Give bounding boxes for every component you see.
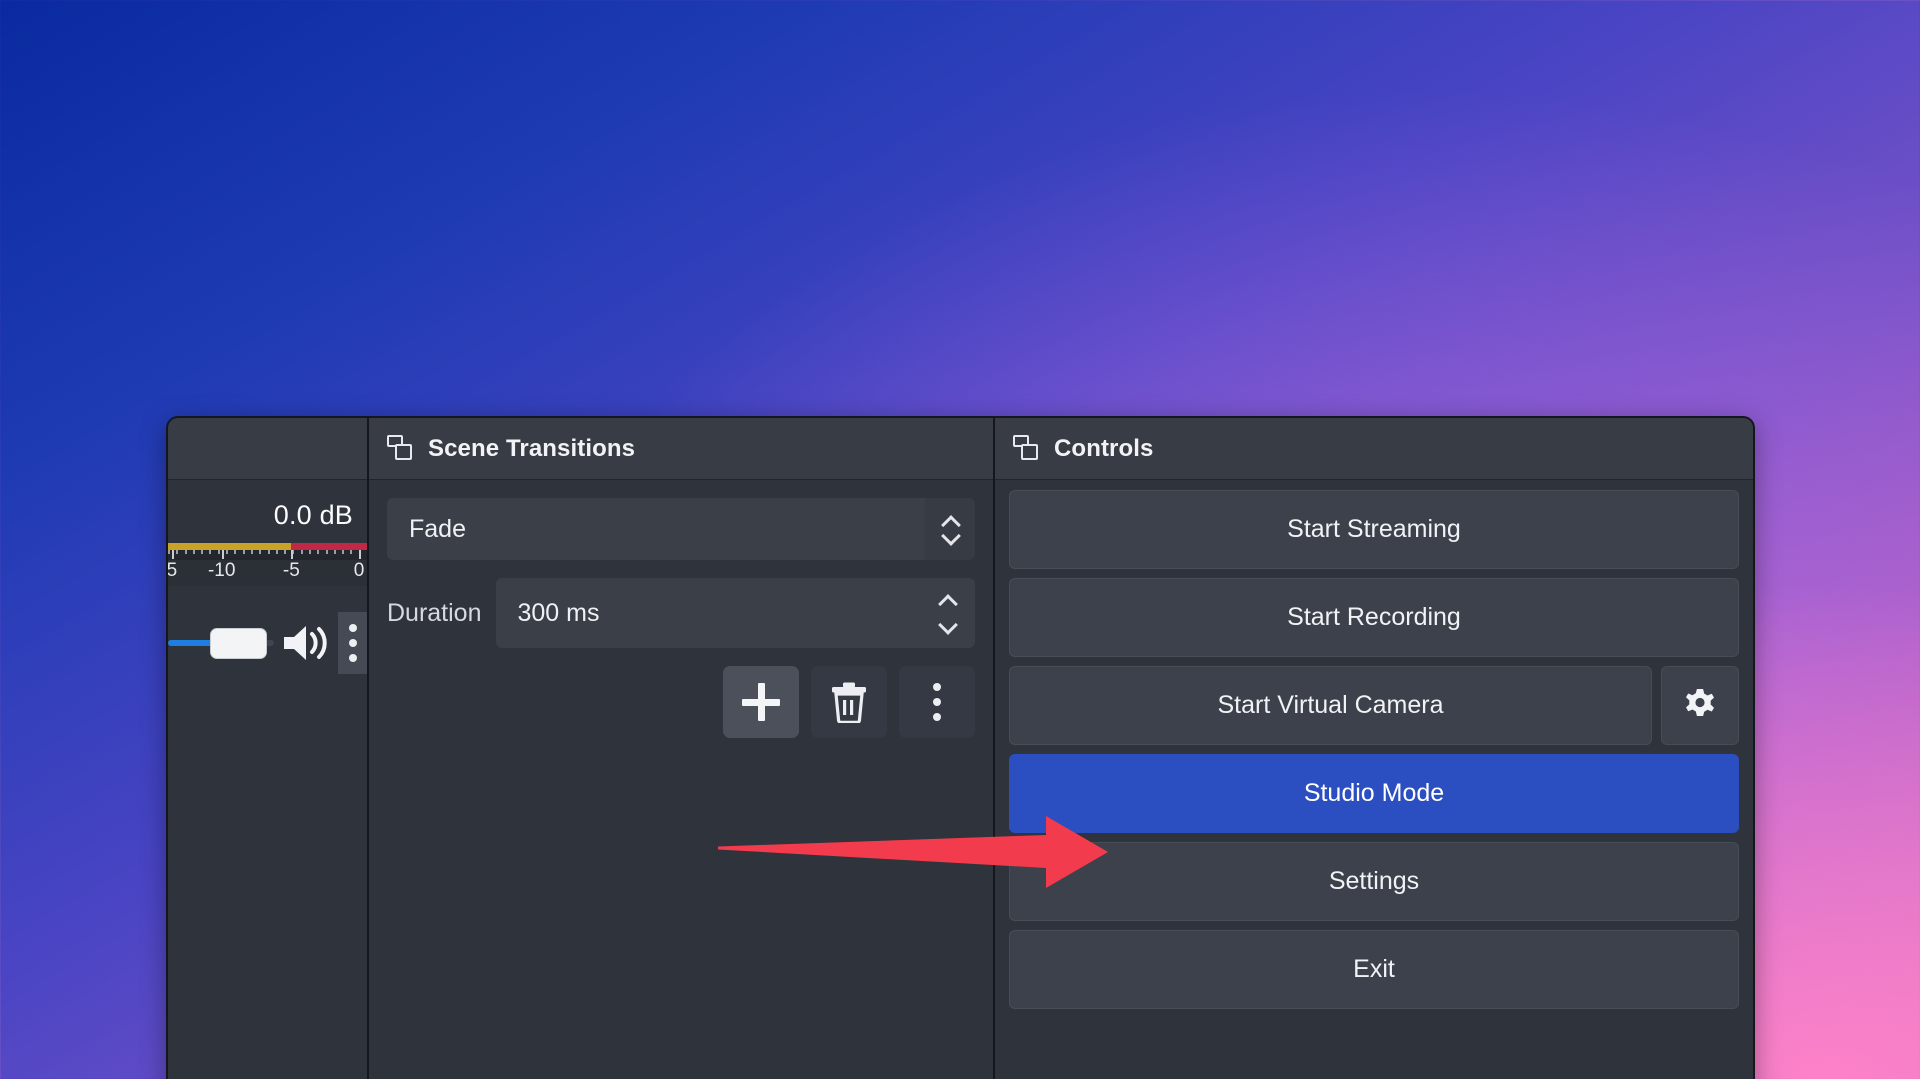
scene-transitions-title: Scene Transitions [428,435,635,463]
transition-select[interactable]: Fade [387,498,975,560]
transition-select-value: Fade [387,498,925,560]
audio-mixer-header [168,418,367,480]
plus-icon [742,683,780,721]
controls-body: Start Streaming Start Recording Start Vi… [995,480,1753,1079]
duration-stepper[interactable] [919,578,975,648]
controls-title: Controls [1054,435,1153,463]
gear-icon [1683,689,1717,723]
transition-duration-row: Duration 300 ms [387,578,975,648]
duration-input[interactable]: 300 ms [496,578,920,648]
dock-icon [387,435,414,462]
volume-slider-fill [168,640,216,646]
settings-button[interactable]: Settings [1009,842,1739,921]
chevron-down-icon [941,531,960,542]
volume-slider-handle[interactable] [210,628,267,659]
remove-transition-button[interactable] [811,666,887,738]
meter-tick-label: 0 [354,560,365,582]
chevron-down-icon[interactable] [938,620,957,631]
dock-icon [1013,435,1040,462]
volume-meter: 5 -10 -5 0 [168,543,367,586]
mixer-controls-row [168,612,367,674]
meter-tick-label: -10 [208,560,235,582]
virtual-camera-row: Start Virtual Camera [1009,666,1739,745]
duration-spinbox[interactable]: 300 ms [496,578,976,648]
scene-transitions-header: Scene Transitions [369,418,993,480]
meter-yellow-segment [168,543,291,550]
virtual-camera-settings-button[interactable] [1661,666,1739,745]
volume-slider[interactable] [168,630,274,656]
add-transition-button[interactable] [723,666,799,738]
audio-mixer-body: 0.0 dB 5 -10 -5 0 [168,480,367,1079]
start-streaming-button[interactable]: Start Streaming [1009,490,1739,569]
meter-red-segment [291,543,367,550]
vertical-dots-icon [349,624,357,662]
duration-label: Duration [387,599,482,628]
db-readout: 0.0 dB [168,486,367,531]
obs-studio-window: 0.0 dB 5 -10 -5 0 [166,416,1755,1079]
studio-mode-button[interactable]: Studio Mode [1009,754,1739,833]
volume-meter-labels: 5 -10 -5 0 [168,560,367,586]
audio-mixer-dock: 0.0 dB 5 -10 -5 0 [168,418,367,1079]
trash-icon [829,681,869,723]
transition-select-spinner[interactable] [925,498,975,560]
start-virtual-camera-button[interactable]: Start Virtual Camera [1009,666,1652,745]
start-recording-button[interactable]: Start Recording [1009,578,1739,657]
mixer-source-menu-button[interactable] [338,612,367,674]
chevron-up-icon[interactable] [938,595,957,606]
controls-dock: Controls Start Streaming Start Recording… [993,418,1753,1079]
meter-tick-label: 5 [167,560,178,582]
volume-meter-ticks [168,550,367,560]
scene-transitions-dock: Scene Transitions Fade Duration 300 ms [367,418,993,1079]
scene-transitions-body: Fade Duration 300 ms [369,480,993,1079]
volume-meter-bar [168,543,367,550]
speaker-on-icon[interactable] [280,621,336,665]
controls-header: Controls [995,418,1753,480]
meter-tick-label: -5 [283,560,300,582]
transition-action-buttons [387,666,975,738]
transition-properties-button[interactable] [899,666,975,738]
vertical-dots-icon [933,683,941,721]
exit-button[interactable]: Exit [1009,930,1739,1009]
